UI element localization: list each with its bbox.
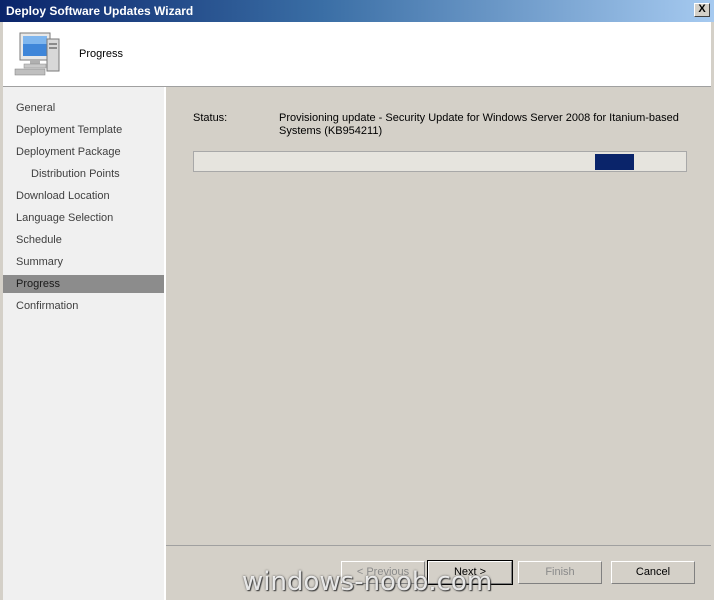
button-bar: < Previous Next > Finish Cancel (166, 547, 711, 600)
nav-item-label: Language Selection (16, 212, 114, 224)
nav-item-progress[interactable]: Progress (3, 275, 164, 293)
nav-item-label: Schedule (16, 234, 62, 246)
next-button[interactable]: Next > (427, 560, 513, 585)
status-label: Status: (193, 112, 228, 124)
close-button[interactable]: X (694, 3, 710, 17)
computer-monitor-icon (14, 32, 60, 76)
cancel-button[interactable]: Cancel (611, 561, 695, 584)
nav-item-label: Deployment Template (16, 124, 123, 136)
wizard-header: Progress (3, 22, 711, 87)
nav-item-label: Progress (16, 278, 61, 290)
nav-item-distribution-points[interactable]: Distribution Points (3, 165, 164, 183)
nav-item-label: Confirmation (16, 300, 79, 312)
close-icon: X (698, 3, 706, 15)
content-panel: Status: Provisioning update - Security U… (166, 87, 711, 545)
nav-item-language-selection[interactable]: Language Selection (3, 209, 164, 227)
nav-item-label: Distribution Points (31, 168, 120, 180)
nav-item-download-location[interactable]: Download Location (3, 187, 164, 205)
window-title: Deploy Software Updates Wizard (6, 4, 194, 18)
nav-item-deployment-template[interactable]: Deployment Template (3, 121, 164, 139)
previous-button[interactable]: < Previous (341, 561, 425, 584)
page-title: Progress (79, 48, 124, 60)
title-bar: Deploy Software Updates Wizard X (0, 0, 714, 22)
finish-button[interactable]: Finish (518, 561, 602, 584)
nav-item-confirmation[interactable]: Confirmation (3, 297, 164, 315)
nav-item-deployment-package[interactable]: Deployment Package (3, 143, 164, 161)
status-text: Provisioning update - Security Update fo… (279, 112, 679, 137)
nav-item-summary[interactable]: Summary (3, 253, 164, 271)
nav-item-schedule[interactable]: Schedule (3, 231, 164, 249)
nav-item-general[interactable]: General (3, 99, 164, 117)
wizard-window: Deploy Software Updates Wizard X Progres… (0, 0, 714, 600)
progress-bar (193, 151, 687, 172)
nav-item-label: Deployment Package (16, 146, 121, 158)
wizard-nav: General Deployment Template Deployment P… (3, 87, 166, 600)
nav-item-label: Download Location (16, 190, 110, 202)
progress-marquee (595, 154, 634, 170)
nav-item-label: Summary (16, 256, 64, 268)
nav-item-label: General (16, 102, 56, 114)
